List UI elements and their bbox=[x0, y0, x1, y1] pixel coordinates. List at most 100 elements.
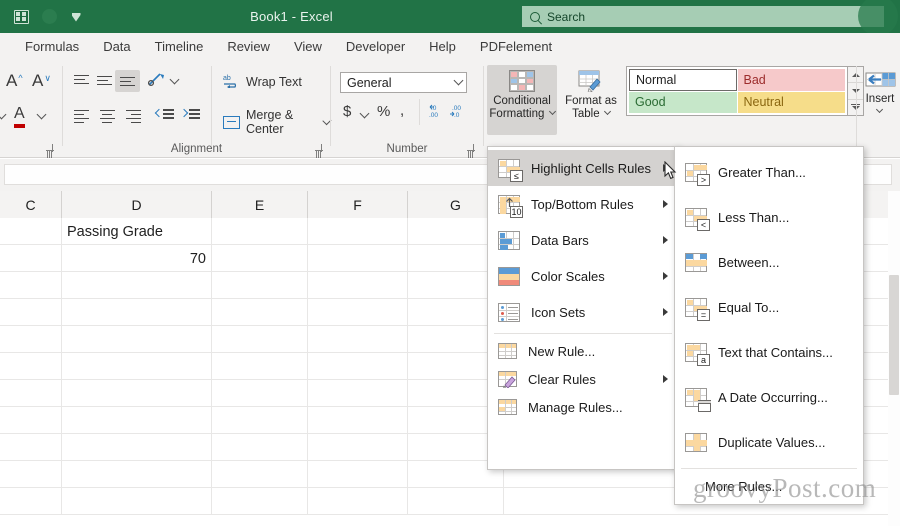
cell-g11[interactable] bbox=[408, 488, 504, 515]
tab-view[interactable]: View bbox=[283, 37, 333, 57]
cell-d9[interactable] bbox=[62, 434, 212, 461]
menu-item-manage-rules[interactable]: Manage Rules... bbox=[488, 393, 678, 421]
increase-decimal-button[interactable]: .00 .0 bbox=[449, 103, 467, 122]
cell-c6[interactable] bbox=[0, 353, 62, 380]
font-color-dropdown[interactable] bbox=[36, 109, 47, 124]
cell-c1[interactable] bbox=[0, 218, 62, 245]
cell-d5[interactable] bbox=[62, 326, 212, 353]
menu-item-clear-rules[interactable]: Clear Rules bbox=[488, 365, 678, 393]
cell-f7[interactable] bbox=[308, 380, 408, 407]
search-input[interactable]: Search bbox=[547, 10, 585, 24]
align-left-button[interactable] bbox=[69, 105, 94, 127]
tab-data[interactable]: Data bbox=[92, 37, 141, 57]
cell-c2[interactable] bbox=[0, 245, 62, 272]
accounting-format-dropdown[interactable] bbox=[359, 108, 370, 123]
cell-c8[interactable] bbox=[0, 407, 62, 434]
format-as-table-button[interactable]: Format as Table bbox=[558, 65, 624, 135]
alignment-dialog-launcher[interactable] bbox=[314, 144, 325, 155]
align-right-button[interactable] bbox=[121, 105, 146, 127]
cell-c9[interactable] bbox=[0, 434, 62, 461]
menu-item-color-scales[interactable]: Color Scales bbox=[488, 258, 678, 294]
tab-help[interactable]: Help bbox=[418, 37, 467, 57]
cell-f3[interactable] bbox=[308, 272, 408, 299]
increase-indent-button[interactable] bbox=[179, 107, 201, 126]
decrease-indent-button[interactable] bbox=[154, 107, 175, 126]
menu-item-data-bars[interactable]: Data Bars bbox=[488, 222, 678, 258]
column-header-c[interactable]: C bbox=[0, 191, 62, 218]
cell-e2[interactable] bbox=[212, 245, 308, 272]
search-box[interactable]: Search bbox=[522, 6, 884, 27]
cell-f2[interactable] bbox=[308, 245, 408, 272]
cell-e3[interactable] bbox=[212, 272, 308, 299]
cell-e1[interactable] bbox=[212, 218, 308, 245]
comma-style-button[interactable]: , bbox=[400, 102, 404, 119]
submenu-item-between[interactable]: Between... bbox=[675, 240, 863, 285]
wrap-text-button[interactable]: ab Wrap Text bbox=[223, 73, 302, 91]
cell-d4[interactable] bbox=[62, 299, 212, 326]
number-format-select[interactable]: General bbox=[340, 72, 467, 93]
decrease-font-size-button[interactable]: A∨ bbox=[32, 71, 51, 91]
insert-cells-button[interactable]: Insert bbox=[858, 65, 900, 119]
cell-d2[interactable]: 70 bbox=[62, 245, 212, 272]
cell-e10[interactable] bbox=[212, 461, 308, 488]
cell-d1[interactable]: Passing Grade bbox=[62, 218, 212, 245]
cell-d6[interactable] bbox=[62, 353, 212, 380]
align-center-button[interactable] bbox=[95, 105, 120, 127]
cell-d7[interactable] bbox=[62, 380, 212, 407]
align-bottom-button[interactable] bbox=[115, 70, 140, 92]
cell-c11[interactable] bbox=[0, 488, 62, 515]
tab-formulas[interactable]: Formulas bbox=[14, 37, 90, 57]
submenu-item-greater-than[interactable]: > Greater Than... bbox=[675, 150, 863, 195]
undo-button[interactable] bbox=[35, 4, 63, 30]
font-dialog-launcher[interactable] bbox=[45, 144, 56, 155]
cell-f6[interactable] bbox=[308, 353, 408, 380]
cell-style-good[interactable]: Good bbox=[629, 91, 737, 113]
decrease-decimal-button[interactable]: .0 .00 bbox=[427, 103, 445, 122]
vertical-scrollbar[interactable] bbox=[888, 191, 900, 526]
cell-f1[interactable] bbox=[308, 218, 408, 245]
align-middle-button[interactable] bbox=[92, 70, 117, 92]
menu-item-highlight-cells-rules[interactable]: ≤ Highlight Cells Rules bbox=[488, 150, 678, 186]
scrollbar-thumb[interactable] bbox=[889, 275, 899, 395]
cell-c10[interactable] bbox=[0, 461, 62, 488]
tab-review[interactable]: Review bbox=[216, 37, 281, 57]
font-color-button[interactable]: A bbox=[14, 105, 25, 128]
save-button[interactable] bbox=[7, 4, 35, 30]
align-top-button[interactable] bbox=[69, 70, 94, 92]
cell-d10[interactable] bbox=[62, 461, 212, 488]
orientation-dropdown[interactable] bbox=[169, 74, 180, 89]
number-dialog-launcher[interactable] bbox=[466, 144, 477, 155]
increase-font-size-button[interactable]: A^ bbox=[6, 71, 23, 91]
borders-dropdown[interactable] bbox=[0, 109, 7, 124]
cell-c7[interactable] bbox=[0, 380, 62, 407]
cell-d8[interactable] bbox=[62, 407, 212, 434]
cell-f9[interactable] bbox=[308, 434, 408, 461]
menu-item-new-rule[interactable]: New Rule... bbox=[488, 337, 678, 365]
cell-c4[interactable] bbox=[0, 299, 62, 326]
accounting-format-button[interactable]: $ bbox=[343, 103, 351, 120]
tab-timeline[interactable]: Timeline bbox=[144, 37, 215, 57]
tab-pdfelement[interactable]: PDFelement bbox=[469, 37, 563, 57]
cell-d11[interactable] bbox=[62, 488, 212, 515]
cell-e5[interactable] bbox=[212, 326, 308, 353]
cell-e11[interactable] bbox=[212, 488, 308, 515]
menu-item-icon-sets[interactable]: Icon Sets bbox=[488, 294, 678, 330]
submenu-item-equal-to[interactable]: = Equal To... bbox=[675, 285, 863, 330]
cell-f4[interactable] bbox=[308, 299, 408, 326]
orientation-button[interactable] bbox=[147, 71, 167, 92]
cell-e9[interactable] bbox=[212, 434, 308, 461]
submenu-item-a-date-occurring[interactable]: A Date Occurring... bbox=[675, 375, 863, 420]
cell-c5[interactable] bbox=[0, 326, 62, 353]
tab-developer[interactable]: Developer bbox=[335, 37, 416, 57]
column-header-e[interactable]: E bbox=[212, 191, 308, 218]
cell-style-bad[interactable]: Bad bbox=[737, 69, 845, 91]
cell-e6[interactable] bbox=[212, 353, 308, 380]
menu-item-top-bottom-rules[interactable]: 10 Top/Bottom Rules bbox=[488, 186, 678, 222]
cell-style-neutral[interactable]: Neutral bbox=[737, 91, 845, 113]
cell-style-normal[interactable]: Normal bbox=[629, 69, 737, 91]
submenu-item-text-that-contains[interactable]: a Text that Contains... bbox=[675, 330, 863, 375]
cell-f11[interactable] bbox=[308, 488, 408, 515]
cell-e4[interactable] bbox=[212, 299, 308, 326]
cell-f10[interactable] bbox=[308, 461, 408, 488]
cell-f8[interactable] bbox=[308, 407, 408, 434]
